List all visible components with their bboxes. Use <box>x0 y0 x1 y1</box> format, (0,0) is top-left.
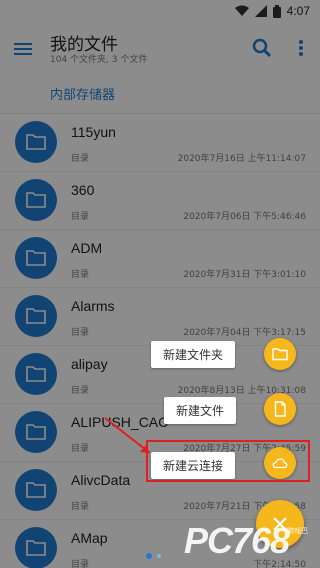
watermark-sub: 游戏巴 <box>287 527 308 535</box>
annotation-arrow <box>104 417 151 454</box>
page-dot <box>157 554 161 558</box>
page-indicator <box>146 553 161 559</box>
watermark-logo: PC768 <box>184 520 290 561</box>
page-dot-active <box>146 553 152 559</box>
